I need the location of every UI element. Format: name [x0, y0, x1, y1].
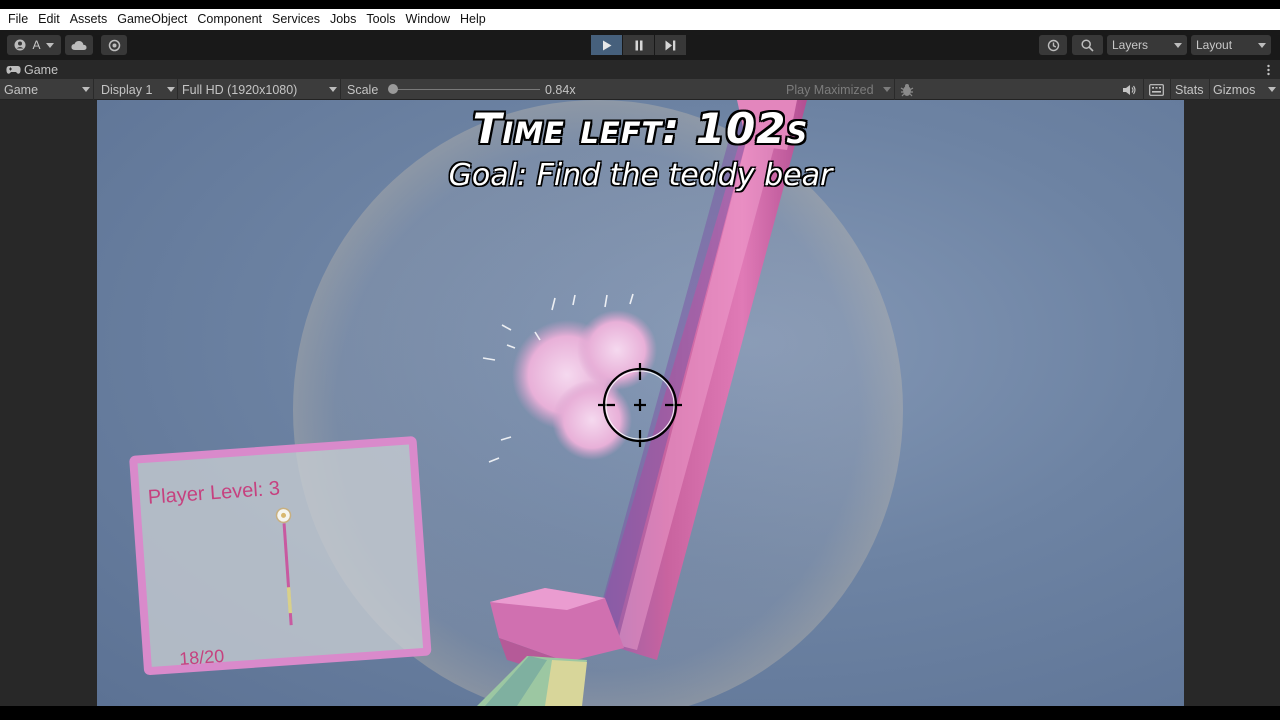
mute-audio-button[interactable]: [1122, 79, 1136, 100]
player-level-card: Player Level: 3 18/20: [129, 435, 432, 676]
main-toolbar: A Layers Layout: [0, 30, 1280, 60]
search-button[interactable]: [1072, 35, 1103, 55]
divider: [93, 79, 94, 100]
goal-label: Goal: Find the teddy bear: [448, 158, 833, 193]
history-icon: [1047, 39, 1059, 51]
game-mode-dropdown[interactable]: Game: [4, 79, 90, 100]
divider: [1209, 79, 1210, 100]
game-view-controls: Game Display 1 Full HD (1920x1080) Scale…: [0, 79, 1280, 100]
layout-label: Layout: [1196, 38, 1233, 52]
account-icon: [14, 39, 26, 51]
chevron-down-icon: [45, 42, 54, 48]
shortcuts-button[interactable]: [1149, 79, 1164, 100]
resolution-dropdown[interactable]: Full HD (1920x1080): [182, 79, 337, 100]
settings-gear-icon: [108, 39, 120, 51]
bug-icon: [900, 83, 914, 96]
step-button[interactable]: [655, 35, 686, 55]
chevron-down-icon: [167, 87, 175, 92]
level-progress-label: 18/20: [178, 645, 225, 669]
menu-assets[interactable]: Assets: [65, 9, 113, 30]
cloud-icon: [71, 40, 87, 50]
pause-icon: [635, 40, 642, 50]
cloud-button[interactable]: [65, 35, 93, 55]
gizmos-label: Gizmos: [1213, 82, 1256, 97]
menu-window[interactable]: Window: [401, 9, 455, 30]
gizmos-dropdown[interactable]: Gizmos: [1213, 79, 1276, 100]
menu-tools[interactable]: Tools: [361, 9, 400, 30]
stats-button[interactable]: Stats: [1175, 79, 1204, 100]
play-maximized-label: Play Maximized: [786, 82, 874, 97]
resolution-label: Full HD (1920x1080): [182, 82, 298, 97]
scale-value: 0.84x: [545, 82, 576, 97]
account-dropdown[interactable]: A: [7, 35, 61, 55]
search-icon: [1081, 38, 1094, 52]
layout-dropdown[interactable]: Layout: [1191, 35, 1271, 55]
menu-help[interactable]: Help: [455, 9, 491, 30]
chevron-down-icon: [1258, 42, 1266, 48]
menu-gameobject[interactable]: GameObject: [112, 9, 192, 30]
play-maximized-dropdown[interactable]: Play Maximized: [786, 79, 891, 100]
chevron-down-icon: [1174, 42, 1182, 48]
history-button[interactable]: [1039, 35, 1067, 55]
scale-slider-track[interactable]: [392, 89, 540, 90]
divider: [894, 79, 895, 100]
display-label: Display 1: [101, 82, 153, 97]
chevron-down-icon: [883, 87, 891, 92]
divider: [340, 79, 341, 100]
account-label: A: [32, 38, 41, 52]
keyboard-icon: [1149, 83, 1164, 96]
divider: [1170, 79, 1171, 100]
menu-jobs[interactable]: Jobs: [325, 9, 361, 30]
menu-component[interactable]: Component: [192, 9, 267, 30]
player-level-label: Player Level: 3: [147, 477, 281, 509]
frame-debugger-button[interactable]: [900, 79, 914, 100]
game-viewport[interactable]: Time left: 102s Goal: Find the teddy bea…: [97, 100, 1184, 706]
time-left-label: Time left: 102s: [472, 104, 809, 153]
letterbox-bottom: [0, 706, 1280, 720]
step-icon: [665, 40, 676, 50]
layers-label: Layers: [1112, 38, 1149, 52]
play-icon: [602, 40, 611, 50]
tab-game[interactable]: Game: [6, 60, 58, 79]
scale-label: Scale: [347, 82, 379, 97]
gamepad-icon: [6, 65, 21, 74]
tab-game-label: Game: [24, 62, 59, 77]
menu-services[interactable]: Services: [267, 9, 325, 30]
display-dropdown[interactable]: Display 1: [101, 79, 175, 100]
play-button[interactable]: [591, 35, 622, 55]
scale-slider-handle[interactable]: [388, 84, 398, 94]
divider: [177, 79, 178, 100]
tab-bar: Game: [0, 60, 1280, 79]
game-mode-label: Game: [4, 82, 39, 97]
playback-controls: [591, 35, 689, 55]
pause-button[interactable]: [623, 35, 654, 55]
chevron-down-icon: [82, 87, 90, 92]
menu-file[interactable]: File: [3, 9, 33, 30]
menu-bar: File Edit Assets GameObject Component Se…: [0, 9, 1280, 30]
chevron-down-icon: [1268, 87, 1276, 92]
divider: [1143, 79, 1144, 100]
layers-dropdown[interactable]: Layers: [1107, 35, 1187, 55]
chevron-down-icon: [329, 87, 337, 92]
more-options-icon[interactable]: [1267, 63, 1270, 76]
collab-button[interactable]: [101, 35, 127, 55]
letterbox-top: [0, 0, 1280, 9]
menu-edit[interactable]: Edit: [33, 9, 65, 30]
wand-progress-icon: [275, 507, 293, 626]
speaker-icon: [1123, 84, 1136, 95]
